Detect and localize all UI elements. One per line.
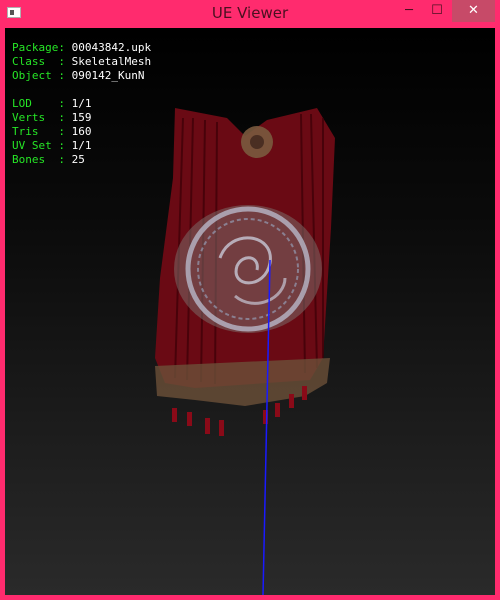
info-line: Object : 090142_KunN — [12, 69, 151, 83]
info-value: SkeletalMesh — [71, 55, 152, 68]
info-key: Verts : — [12, 111, 72, 124]
title-bar[interactable]: UE Viewer ─ ☐ ✕ — [0, 0, 500, 27]
info-key: Class : — [12, 55, 72, 68]
maximize-button[interactable]: ☐ — [424, 0, 450, 22]
info-value: 1/1 — [71, 139, 92, 152]
mesh-info-overlay: Package: 00043842.upk Class : SkeletalMes… — [12, 41, 151, 167]
info-key: LOD : — [12, 97, 72, 110]
app-window: UE Viewer ─ ☐ ✕ Package: 00043842.upk Cl… — [0, 0, 500, 600]
medallion — [174, 205, 322, 333]
info-value: 25 — [71, 153, 85, 166]
info-line: Bones : 25 — [12, 153, 151, 167]
3d-viewport[interactable]: Package: 00043842.upk Class : SkeletalMes… — [5, 28, 495, 595]
info-key: Package: — [12, 41, 72, 54]
info-line: Tris : 160 — [12, 125, 151, 139]
info-line: UV Set : 1/1 — [12, 139, 151, 153]
info-value: 160 — [71, 125, 92, 138]
info-line: Package: 00043842.upk — [12, 41, 151, 55]
info-line: Class : SkeletalMesh — [12, 55, 151, 69]
info-line — [12, 83, 151, 97]
close-button[interactable]: ✕ — [452, 0, 495, 22]
info-line: Verts : 159 — [12, 111, 151, 125]
info-value: 159 — [71, 111, 92, 124]
minimize-button[interactable]: ─ — [396, 0, 422, 22]
info-value: 090142_KunN — [71, 69, 145, 82]
info-key: Tris : — [12, 125, 72, 138]
info-value: 00043842.upk — [71, 41, 152, 54]
info-key: UV Set : — [12, 139, 72, 152]
info-value: 1/1 — [71, 97, 92, 110]
info-line: LOD : 1/1 — [12, 97, 151, 111]
info-key: Bones : — [12, 153, 72, 166]
info-key: Object : — [12, 69, 72, 82]
